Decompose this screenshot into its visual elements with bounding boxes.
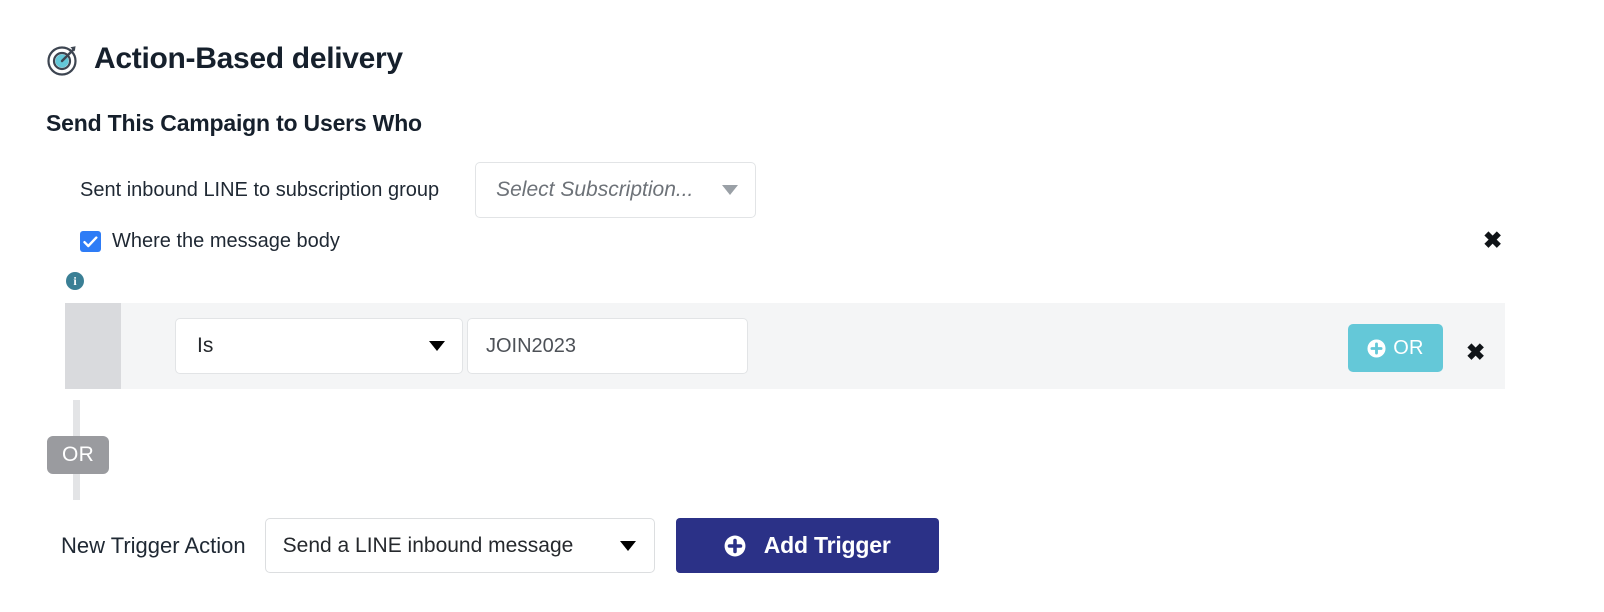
- plus-circle-icon: [1367, 338, 1386, 358]
- trigger-action-select[interactable]: Send a LINE inbound message: [264, 518, 655, 573]
- subscription-group-select[interactable]: Select Subscription...: [475, 162, 757, 218]
- condition-row: Is JOIN2023 OR: [65, 303, 1505, 389]
- remove-condition-button[interactable]: ✖: [1466, 341, 1485, 364]
- condition-group-or-badge: OR: [47, 436, 109, 474]
- where-message-body-label: Where the message body: [112, 230, 340, 252]
- condition-drag-handle[interactable]: [65, 303, 121, 389]
- target-icon: [46, 42, 80, 76]
- page-title: Action-Based delivery: [94, 42, 403, 75]
- remove-filter-button[interactable]: ✖: [1483, 229, 1502, 252]
- add-or-condition-button[interactable]: OR: [1348, 324, 1443, 372]
- condition-value-input[interactable]: JOIN2023: [467, 318, 748, 374]
- chevron-down-icon: [429, 341, 445, 351]
- add-trigger-button[interactable]: Add Trigger: [675, 518, 939, 573]
- section-title: Send This Campaign to Users Who: [46, 110, 422, 136]
- condition-operator-value: Is: [197, 334, 214, 357]
- new-trigger-action-row: New Trigger Action Send a LINE inbound m…: [61, 518, 939, 573]
- add-trigger-label: Add Trigger: [763, 532, 891, 558]
- new-trigger-action-label: New Trigger Action: [61, 532, 246, 558]
- trigger-action-value: Send a LINE inbound message: [282, 533, 574, 557]
- message-body-filter-row: Where the message body: [80, 230, 340, 253]
- chevron-down-icon: [722, 185, 739, 195]
- trigger-description-label: Sent inbound LINE to subscription group: [80, 178, 440, 201]
- condition-operator-select[interactable]: Is: [175, 318, 463, 374]
- add-or-condition-label: OR: [1393, 336, 1424, 359]
- subscription-group-placeholder: Select Subscription...: [496, 178, 694, 201]
- where-message-body-checkbox[interactable]: [80, 231, 101, 252]
- chevron-down-icon: [619, 540, 636, 551]
- page-header: Action-Based delivery: [46, 42, 403, 76]
- info-icon[interactable]: i: [66, 272, 84, 290]
- trigger-condition-row: Sent inbound LINE to subscription group …: [80, 162, 757, 218]
- plus-circle-icon: [724, 535, 746, 556]
